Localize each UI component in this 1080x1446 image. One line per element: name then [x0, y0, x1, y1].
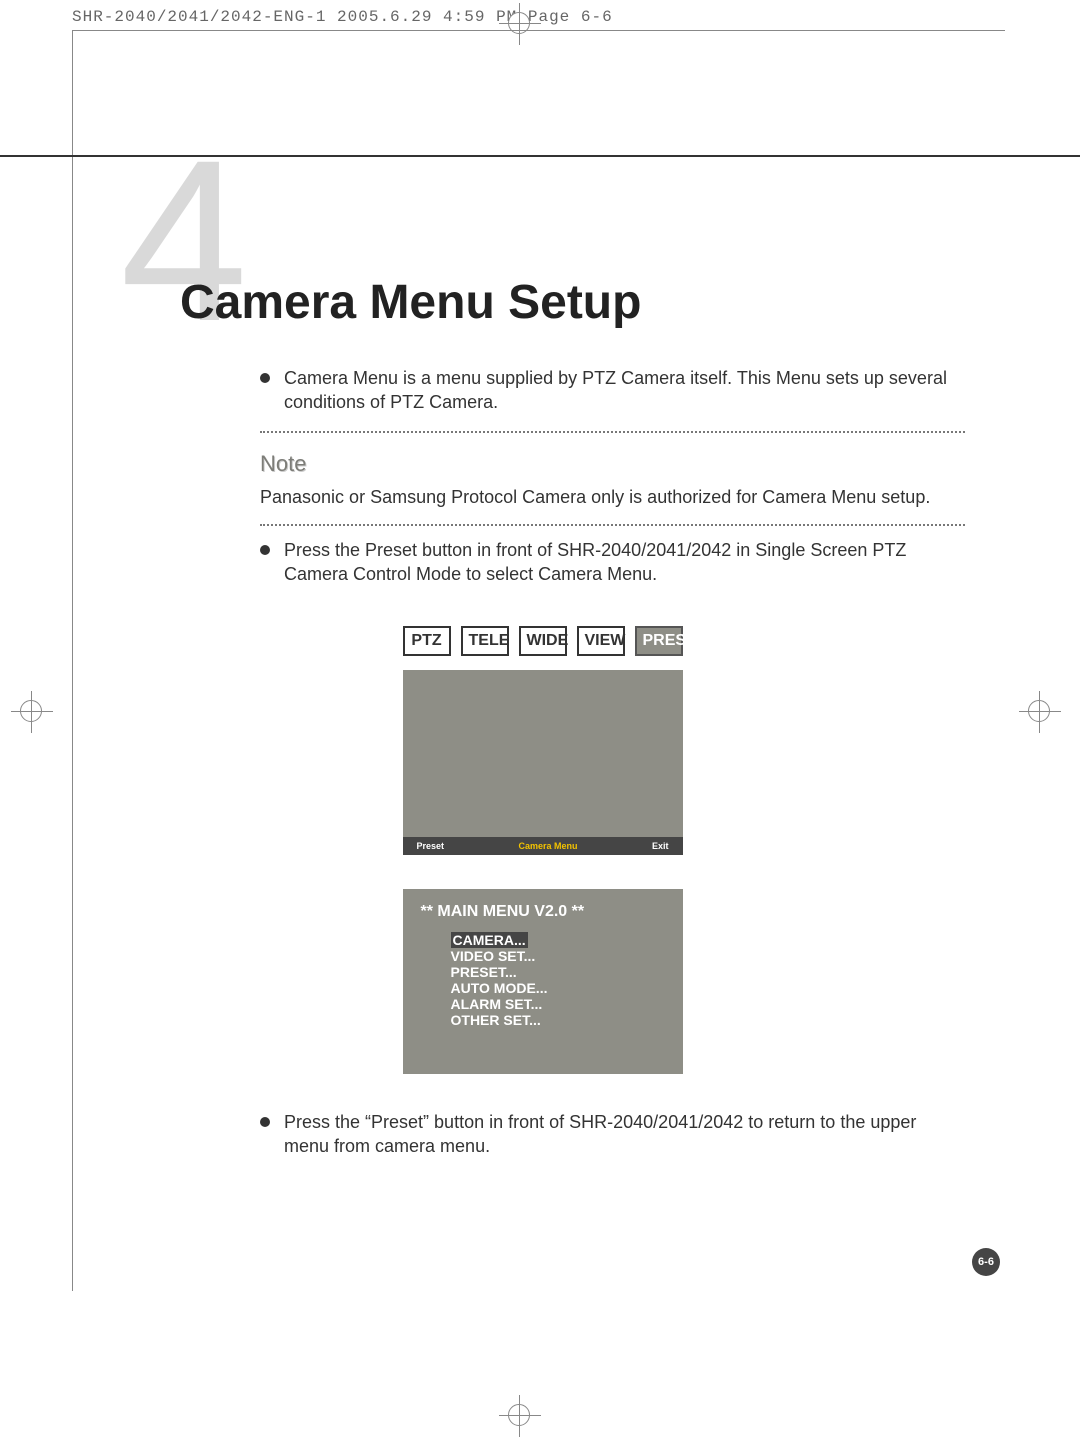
bullet-icon — [260, 1117, 270, 1127]
page-content: 4 Camera Menu Setup Camera Menu is a men… — [120, 160, 965, 1175]
crop-mark-bottom-icon — [508, 1404, 530, 1426]
screen-footer-bar: Preset Camera Menu Exit — [403, 837, 683, 855]
footer-item-camera-menu: Camera Menu — [518, 841, 577, 851]
osd-item-alarm-set: ALARM SET... — [451, 996, 665, 1012]
bullet-text: Press the Preset button in front of SHR-… — [284, 538, 955, 587]
bullet-item: Press the Preset button in front of SHR-… — [260, 538, 955, 587]
dotted-divider — [260, 524, 965, 526]
ptz-button[interactable]: PTZ — [403, 626, 451, 656]
page-frame-top — [72, 30, 1005, 31]
page-number-badge: 6-6 — [972, 1248, 1000, 1276]
ptz-screen-preview: Preset Camera Menu Exit — [403, 670, 683, 855]
osd-item-video-set: VIDEO SET... — [451, 948, 665, 964]
wide-button[interactable]: WIDE — [519, 626, 567, 656]
page-frame-left — [72, 30, 73, 1291]
bullet-icon — [260, 545, 270, 555]
crop-mark-left-icon — [20, 700, 42, 722]
footer-item-preset: Preset — [417, 841, 445, 851]
note-heading: Note — [260, 451, 965, 477]
chapter-title: Camera Menu Setup — [180, 275, 965, 330]
osd-item-other-set: OTHER SET... — [451, 1012, 665, 1028]
bullet-icon — [260, 373, 270, 383]
bullet-text: Camera Menu is a menu supplied by PTZ Ca… — [284, 366, 955, 415]
crop-mark-top-icon — [508, 12, 530, 34]
bullet-item: Camera Menu is a menu supplied by PTZ Ca… — [260, 366, 955, 415]
bullet-item: Press the “Preset” button in front of SH… — [260, 1110, 955, 1159]
footer-item-exit: Exit — [652, 841, 669, 851]
hardware-button-row: PTZ TELE WIDE VIEW PRESET — [403, 626, 683, 656]
view-button[interactable]: VIEW — [577, 626, 625, 656]
osd-menu-title: ** MAIN MENU V2.0 ** — [421, 903, 665, 921]
note-body: Panasonic or Samsung Protocol Camera onl… — [260, 487, 965, 508]
camera-osd-menu: ** MAIN MENU V2.0 ** CAMERA... VIDEO SET… — [403, 889, 683, 1074]
bullet-text: Press the “Preset” button in front of SH… — [284, 1110, 955, 1159]
tele-button[interactable]: TELE — [461, 626, 509, 656]
preset-button[interactable]: PRESET — [635, 626, 683, 656]
crop-mark-right-icon — [1028, 700, 1050, 722]
osd-item-camera: CAMERA... — [451, 932, 528, 948]
osd-item-preset: PRESET... — [451, 964, 665, 980]
osd-item-auto-mode: AUTO MODE... — [451, 980, 665, 996]
dotted-divider — [260, 431, 965, 433]
